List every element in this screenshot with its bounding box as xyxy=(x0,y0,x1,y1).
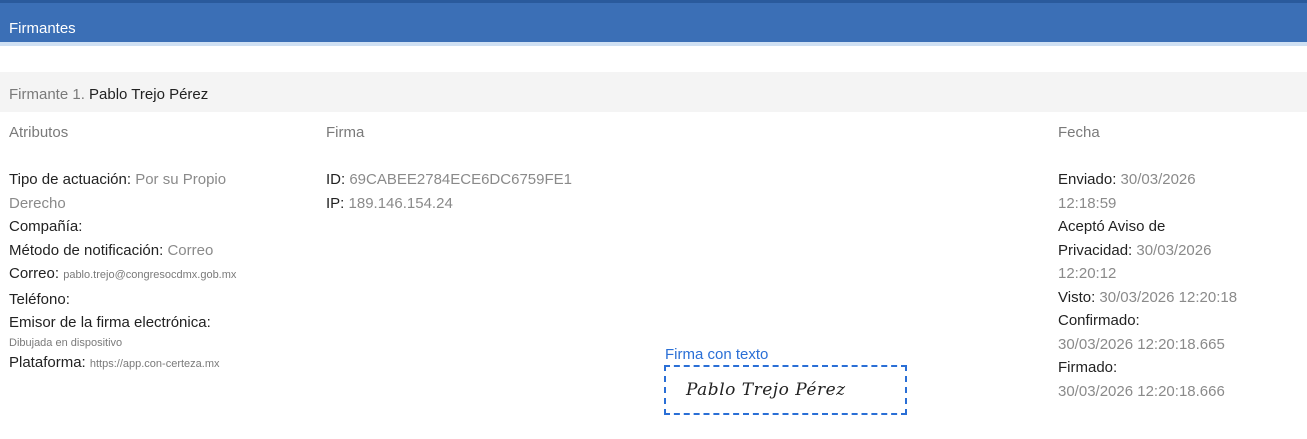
confirmado-value: 30/03/2026 12:20:18.665 xyxy=(1058,335,1225,353)
compania-label: Compañía: xyxy=(9,218,83,235)
metodo-label: Método de notificación: xyxy=(9,241,164,259)
handwritten-signature: Pablo Trejo Pérez xyxy=(686,380,846,400)
enviado-date: 30/03/2026 xyxy=(1120,171,1196,188)
emisor-label: Emisor de la firma electrónica: xyxy=(9,314,211,331)
ip-value: 189.146.154.24 xyxy=(348,194,453,212)
enviado-label: Enviado: xyxy=(1058,171,1117,188)
ip-row: IP: 189.146.154.24 xyxy=(326,192,656,216)
telefono-label: Teléfono: xyxy=(9,290,70,308)
acepto-time: 12:20:12 xyxy=(1058,265,1117,282)
signature-heading: Firma xyxy=(326,124,365,141)
date-column: Enviado: 30/03/2026 12:18:59 Aceptó Avis… xyxy=(1058,168,1298,403)
visto-row: Visto: 30/03/2026 12:20:18 xyxy=(1058,286,1298,310)
visto-label: Visto: xyxy=(1058,288,1096,306)
tipo-value: Por su Propio xyxy=(135,171,227,188)
acepto-label-1: Aceptó Aviso de xyxy=(1058,218,1166,235)
plataforma-value: https://app.con-certeza.mx xyxy=(89,357,220,370)
acepto-date: 30/03/2026 xyxy=(1136,241,1212,259)
tipo-label: Tipo de actuación: xyxy=(9,171,132,188)
correo-value: pablo.trejo@congresocdmx.gob.mx xyxy=(63,269,237,281)
plataforma-row: Plataforma: https://app.con-certeza.mx xyxy=(9,351,309,377)
firmado-value: 30/03/2026 12:20:18.666 xyxy=(1058,382,1225,400)
signer-name: Pablo Trejo Pérez xyxy=(89,86,209,103)
ip-label: IP: xyxy=(326,194,345,212)
section-title: Firmantes xyxy=(9,20,76,37)
signer-prefix: Firmante 1. Pablo Trejo Pérez xyxy=(9,86,208,103)
metodo-value: Correo xyxy=(167,241,214,259)
acepto-row: Privacidad: 30/03/2026 xyxy=(1058,239,1298,263)
signature-box: Pablo Trejo Pérez xyxy=(664,365,907,415)
signature-column: ID: 69CABEE2784ECE6DC6759FE1 IP: 189.146… xyxy=(326,168,656,215)
visto-value: 30/03/2026 12:20:18 xyxy=(1099,288,1238,306)
attributes-column: Tipo de actuación: Por su Propio Derecho… xyxy=(9,168,309,376)
enviado-row: Enviado: 30/03/2026 xyxy=(1058,168,1298,192)
id-row: ID: 69CABEE2784ECE6DC6759FE1 xyxy=(326,168,656,192)
metodo-row: Método de notificación: Correo xyxy=(9,239,309,263)
attributes-heading: Atributos xyxy=(9,124,69,141)
signer-row: Firmante 1. Pablo Trejo Pérez xyxy=(0,72,1307,112)
signature-caption: Firma con texto xyxy=(665,346,769,363)
confirmado-label: Confirmado: xyxy=(1058,312,1140,329)
enviado-time: 12:18:59 xyxy=(1058,194,1117,212)
correo-row: Correo: pablo.trejo@congresocdmx.gob.mx xyxy=(9,262,309,288)
acepto-label-2: Privacidad: xyxy=(1058,241,1133,259)
tipo-value-cont: Derecho xyxy=(9,194,66,212)
date-heading: Fecha xyxy=(1058,124,1100,141)
plataforma-label: Plataforma: xyxy=(9,353,86,371)
firmado-label: Firmado: xyxy=(1058,359,1118,376)
emisor-value: Dibujada en dispositivo xyxy=(9,336,123,349)
tipo-row: Tipo de actuación: Por su Propio xyxy=(9,168,309,192)
id-label: ID: xyxy=(326,171,346,188)
correo-label: Correo: xyxy=(9,265,60,282)
id-value: 69CABEE2784ECE6DC6759FE1 xyxy=(349,171,572,188)
signer-number: Firmante 1. xyxy=(9,86,85,103)
signers-header: Firmantes xyxy=(0,0,1307,46)
signers-page: Firmantes Firmante 1. Pablo Trejo Pérez … xyxy=(0,0,1307,439)
